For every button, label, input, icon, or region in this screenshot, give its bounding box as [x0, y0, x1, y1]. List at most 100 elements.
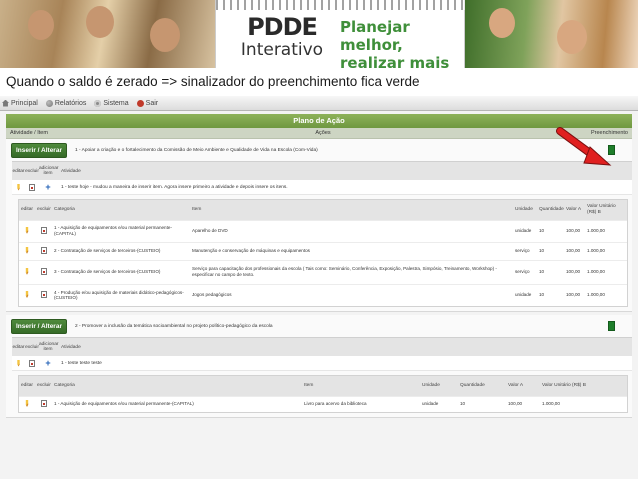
edit-pencil-icon[interactable]	[25, 399, 29, 407]
item-name: Livro para acervo da biblioteca	[302, 395, 420, 412]
items-header-item: Item	[190, 200, 513, 220]
item-unit: unidade	[420, 395, 458, 412]
items-header-value: Valor A	[506, 376, 540, 396]
items-table: editar excluir Categoria Item Unidade Qu…	[18, 199, 628, 307]
tagline-line-1: Planejar melhor,	[340, 18, 410, 54]
menu-principal[interactable]: Principal	[2, 99, 38, 107]
header-edit: editar	[12, 168, 25, 174]
edit-pencil-icon[interactable]	[17, 359, 20, 367]
item-unit-value: 1.000,00	[585, 219, 627, 242]
page-title: Plano de Ação	[6, 114, 632, 128]
delete-document-icon[interactable]	[40, 267, 47, 275]
items-header-qty: Quantidade	[537, 200, 564, 220]
logo-tagline: Planejar melhor, realizar mais	[340, 18, 464, 68]
item-value: 100,00	[564, 241, 585, 260]
menu-bar: Principal Relatórios Sistema Sair	[0, 96, 638, 111]
menu-sistema-label: Sistema	[103, 99, 129, 107]
item-value: 100,00	[564, 219, 585, 242]
item-unit: unidade	[513, 283, 537, 306]
items-header-category: Categoria	[52, 376, 302, 396]
menu-principal-label: Principal	[11, 99, 38, 107]
add-item-plus-icon[interactable]: +	[45, 358, 50, 368]
menu-sistema[interactable]: Sistema	[94, 99, 129, 107]
action-description: 2 - Promover a inclusão da temática soci…	[75, 323, 273, 329]
col-actions: Ações	[315, 130, 331, 136]
add-item-plus-icon[interactable]: +	[45, 182, 50, 192]
edit-pencil-icon[interactable]	[25, 226, 29, 234]
header-activity: Atividade	[61, 168, 81, 174]
items-header-value: Valor A	[564, 200, 585, 220]
delete-document-icon[interactable]	[40, 226, 47, 234]
item-category: 4 - Produção e/ou aquisição de materiais…	[52, 283, 190, 306]
item-row: 4 - Produção e/ou aquisição de materiais…	[19, 283, 627, 306]
logo-subtitle: Interativo	[240, 40, 324, 60]
slide-caption: Quando o saldo é zerado => sinalizador d…	[6, 74, 420, 89]
fill-status-indicator	[608, 145, 615, 155]
items-header-row: editar excluir Categoria Item Unidade Qu…	[19, 376, 627, 396]
item-name: Serviço para capacitação dos professiona…	[190, 259, 513, 284]
menu-sair-label: Sair	[145, 99, 159, 107]
edit-pencil-icon[interactable]	[25, 267, 29, 275]
delete-document-icon[interactable]	[40, 246, 47, 254]
header-banner: PDDE Interativo Planejar melhor, realiza…	[0, 0, 638, 68]
activity-table: editar excluir adicionar item Atividade …	[12, 337, 632, 371]
item-category: 1 - Aquisição de equipamentos e/ou mater…	[52, 219, 190, 242]
item-category: 1 - Aquisição de equipamentos e/ou mater…	[52, 395, 302, 412]
header-edit: editar	[12, 344, 25, 350]
item-unit-value: 1.000,00	[585, 259, 627, 284]
edit-pencil-icon[interactable]	[17, 183, 20, 191]
exit-icon	[136, 99, 144, 107]
system-icon	[94, 99, 102, 107]
items-header-unit-value: Valor Unitário (R$) B	[585, 200, 627, 220]
items-header-unit: Unidade	[513, 200, 537, 220]
items-header-item: Item	[302, 376, 420, 396]
menu-sair[interactable]: Sair	[136, 99, 159, 107]
item-qty: 10	[537, 241, 564, 260]
item-value: 100,00	[564, 259, 585, 284]
item-unit-value: 1.000,00	[540, 395, 627, 412]
col-activity-item: Atividade / Item	[10, 130, 48, 136]
item-value: 100,00	[506, 395, 540, 412]
activity-table: editar excluir adicionar item Atividade …	[12, 161, 632, 195]
header-add-item: adicionar item	[39, 342, 59, 352]
items-header-row: editar excluir Categoria Item Unidade Qu…	[19, 200, 627, 220]
delete-document-icon[interactable]	[29, 183, 35, 191]
item-row: 1 - Aquisição de equipamentos e/ou mater…	[19, 219, 627, 242]
edit-pencil-icon[interactable]	[25, 246, 29, 254]
insert-alter-button[interactable]: Inserir / Alterar	[11, 318, 67, 334]
item-name: Jogos pedagógicos	[190, 283, 513, 306]
activity-row: + 1 - teste teste teste	[12, 356, 632, 371]
delete-document-icon[interactable]	[40, 290, 47, 298]
activity-table-header: editar excluir adicionar item Atividade	[12, 161, 632, 180]
items-header-category: Categoria	[52, 200, 190, 220]
menu-relatorios[interactable]: Relatórios	[45, 99, 87, 107]
item-qty: 10	[537, 219, 564, 242]
fill-status-indicator	[608, 321, 615, 331]
item-unit: serviço	[513, 241, 537, 260]
action-block-1: Inserir / Alterar 1 - Apoiar a criação e…	[6, 139, 632, 312]
action-row: Inserir / Alterar 2 - Promover a inclusã…	[6, 315, 632, 337]
action-block-2: Inserir / Alterar 2 - Promover a inclusã…	[6, 315, 632, 418]
col-fill-status: Preenchimento	[591, 130, 628, 136]
items-header-edit: editar	[19, 200, 35, 220]
delete-document-icon[interactable]	[29, 359, 35, 367]
items-table: editar excluir Categoria Item Unidade Qu…	[18, 375, 628, 413]
item-row: 3 - Contratação de serviços de terceiros…	[19, 259, 627, 284]
insert-alter-button[interactable]: Inserir / Alterar	[11, 142, 67, 158]
notebook-spiral-decoration	[216, 0, 466, 10]
header-delete: excluir	[25, 344, 39, 350]
items-header-unit: Unidade	[420, 376, 458, 396]
edit-pencil-icon[interactable]	[25, 290, 29, 298]
header-activity: Atividade	[61, 344, 81, 350]
items-header-unit-value: Valor Unitário (R$) B	[540, 376, 627, 396]
menu-relatorios-label: Relatórios	[54, 99, 87, 107]
delete-document-icon[interactable]	[40, 399, 47, 407]
header-add-item: adicionar item	[39, 166, 59, 176]
item-name: Manutenção e conservação de máquinas e e…	[190, 241, 513, 260]
activity-row: + 1 - teste hoje - mudou a maneira de in…	[12, 180, 632, 195]
action-row: Inserir / Alterar 1 - Apoiar a criação e…	[6, 139, 632, 161]
header-delete: excluir	[25, 168, 39, 174]
banner-photo-left	[0, 0, 215, 68]
item-value: 100,00	[564, 283, 585, 306]
activity-text: 1 - teste teste teste	[61, 360, 102, 366]
